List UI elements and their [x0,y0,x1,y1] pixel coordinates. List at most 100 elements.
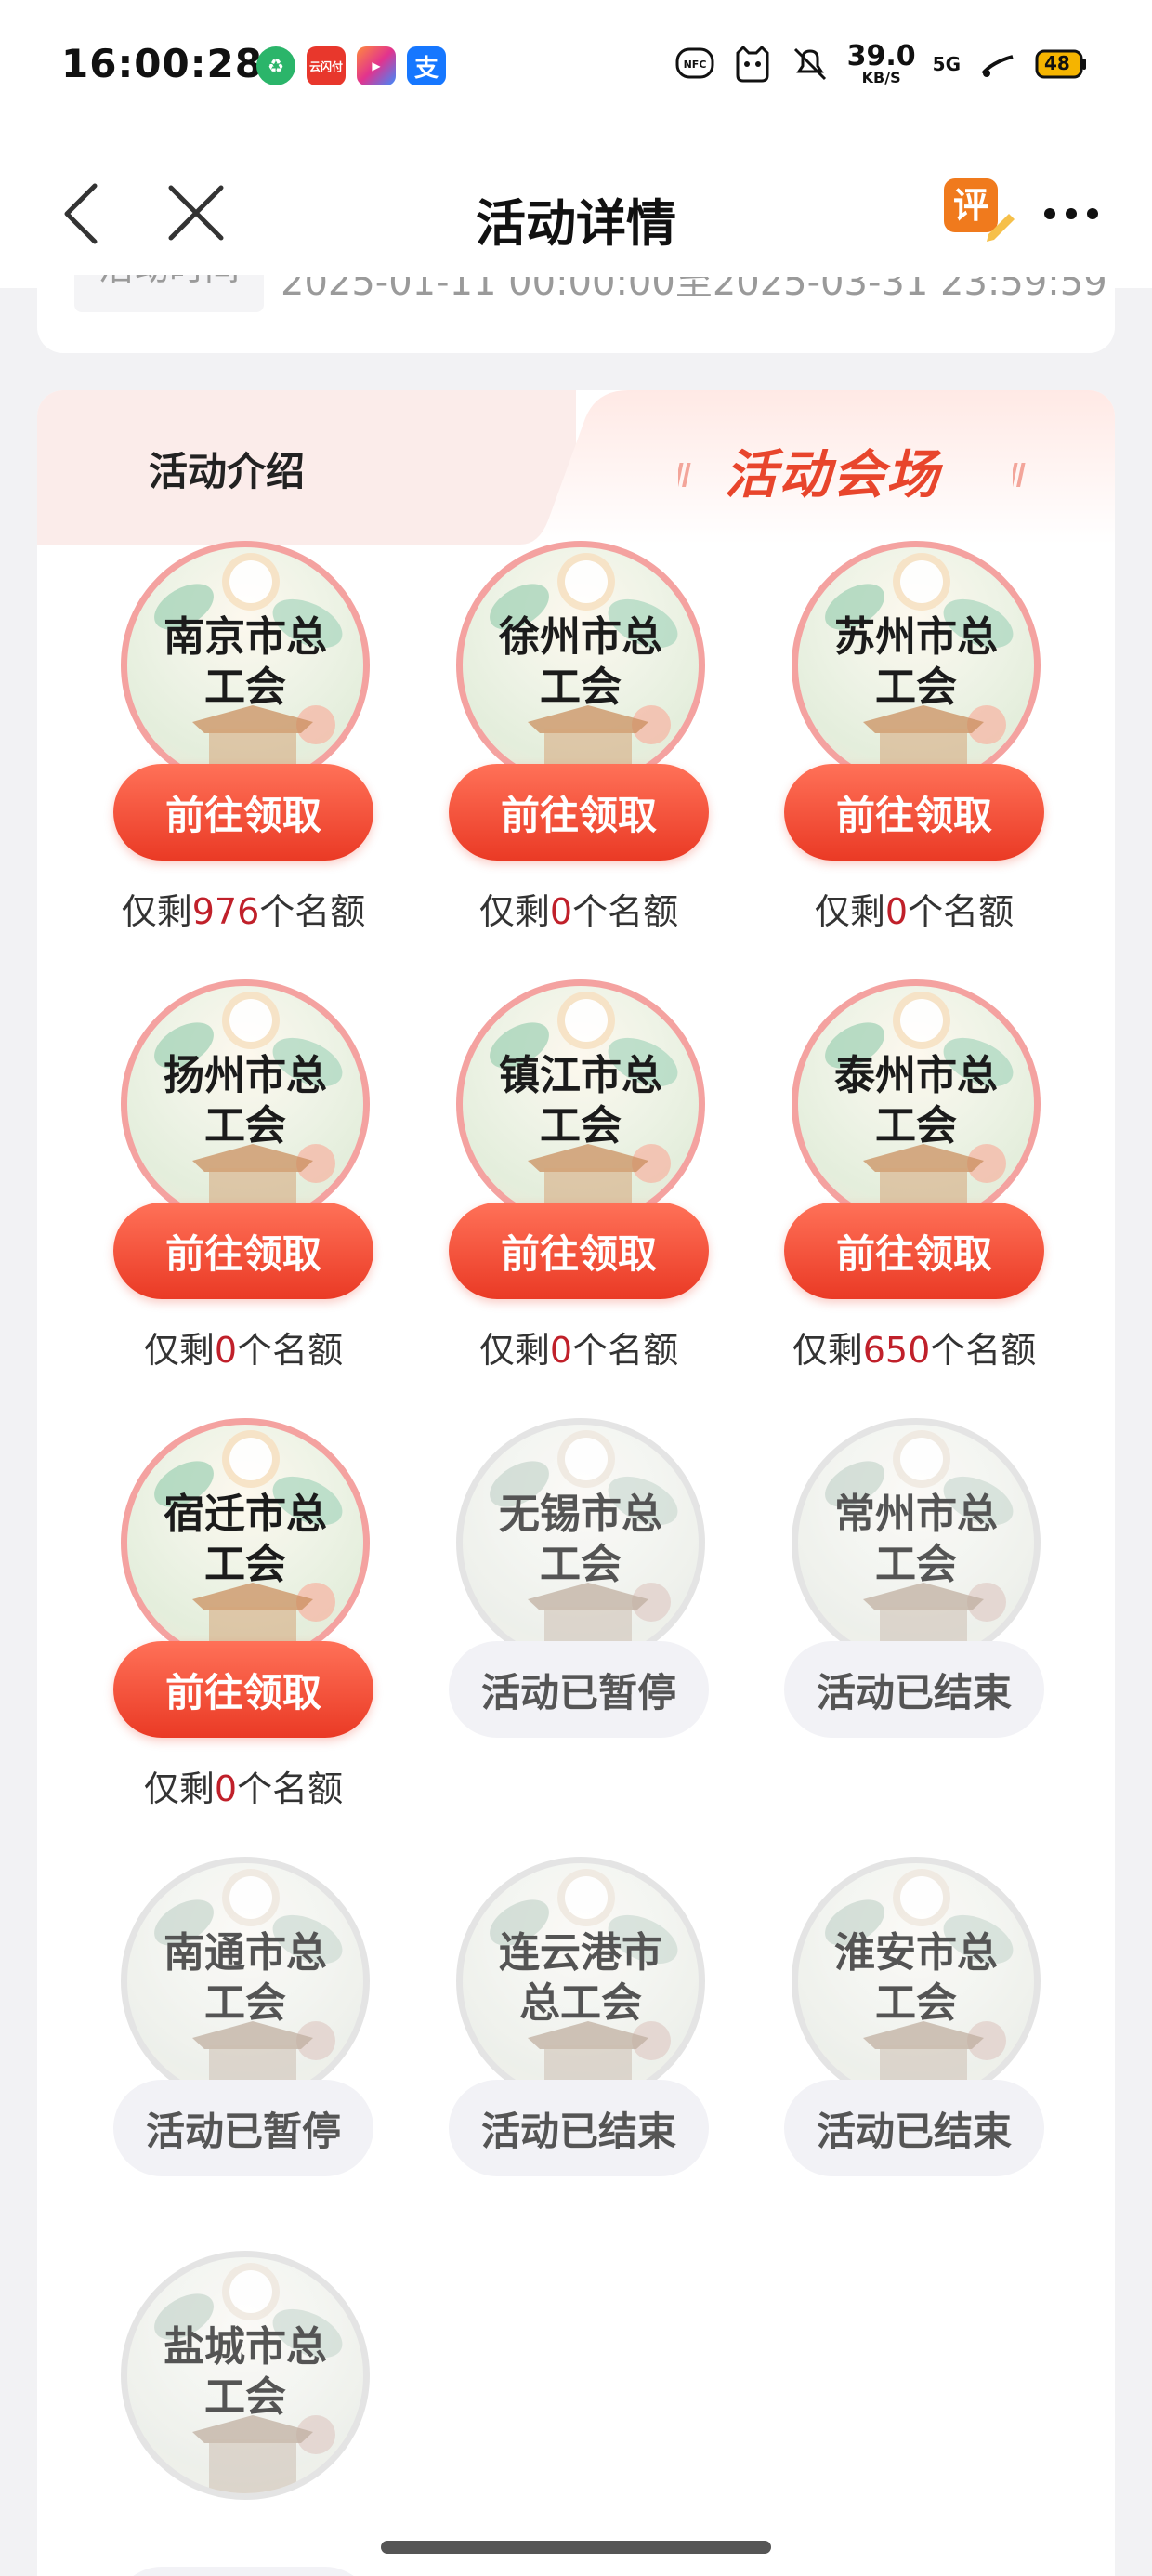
claim-button[interactable]: 前往领取 [113,1203,373,1299]
venue-item: 泰州市总 工会 前往领取 仅剩650个名额 [747,979,1044,1388]
badge-decoration [229,2270,272,2313]
venue-name-line2: 工会 [204,1102,286,1150]
venue-badge[interactable]: 南通市总 工会 [121,1857,370,2106]
status-button[interactable] [113,2567,373,2576]
quota-prefix: 仅剩 [143,1330,215,1371]
venue-badge[interactable]: 连云港市 总工会 [456,1857,705,2106]
quota-prefix: 仅剩 [814,891,885,932]
mute-bell-icon [790,44,831,85]
review-icon-text: 评 [953,185,988,226]
tab-venue[interactable]: 活动会场 [725,433,940,508]
venue-name-line1: 无锡市总 [499,1491,662,1538]
venue-badge[interactable]: 无锡市总 工会 [456,1418,705,1667]
venue-item: 淮安市总 工会活动已结束 [747,1857,1044,2266]
venue-badge[interactable]: 苏州市总 工会 [792,541,1041,790]
venue-badge[interactable]: 淮安市总 工会 [792,1857,1041,2106]
speed-unit: KB/S [861,69,901,86]
claim-button[interactable]: 前往领取 [113,764,373,861]
notification-app-icons: ♻ 云闪付 ▶ 支 [256,46,446,85]
venue-name: 镇江市总 工会 [463,1051,699,1151]
quota-number: 0 [884,891,909,932]
venue-badge[interactable]: 泰州市总 工会 [792,979,1041,1229]
quota-suffix: 个名额 [930,1330,1037,1371]
claim-button[interactable]: 前往领取 [784,764,1044,861]
venue-name-line2: 工会 [540,664,622,711]
venue-item: 连云港市 总工会活动已结束 [412,1857,709,2266]
quota-suffix: 个名额 [908,891,1015,932]
venue-name-line2: 工会 [540,1102,622,1150]
venue-name-line2: 工会 [875,1102,957,1150]
badge-decoration [900,1876,943,1919]
quota-number: 0 [214,1330,238,1371]
badge-decoration [565,999,608,1042]
venue-badge[interactable]: 镇江市总 工会 [456,979,705,1229]
venue-badge[interactable]: 盐城市总 工会 [121,2251,370,2500]
quota-number: 0 [549,1330,573,1371]
venue-badge[interactable]: 扬州市总 工会 [121,979,370,1229]
venue-item: 扬州市总 工会 前往领取仅剩0个名额 [76,979,373,1388]
claim-button[interactable]: 前往领取 [784,1203,1044,1299]
claim-button[interactable]: 前往领取 [449,764,709,861]
venue-name-line1: 苏州市总 [834,613,998,661]
activity-time-label: 活动时间 [74,275,265,312]
venue-name-line1: 宿迁市总 [164,1491,327,1538]
quota-number: 0 [214,1768,238,1809]
venue-item: 苏州市总 工会 前往领取仅剩0个名额 [747,541,1044,950]
quota-text: 仅剩976个名额 [76,883,411,934]
badge-decoration [209,2439,296,2493]
venue-item: 镇江市总 工会 前往领取 仅剩0个名额 [412,979,709,1388]
venue-name-line2: 工会 [875,1541,957,1588]
unionpay-app-icon: 云闪付 [307,46,346,85]
venue-name-line1: 徐州市总 [499,613,662,661]
badge-decoration [900,560,943,603]
signal-icon [977,44,1018,85]
venue-name: 宿迁市总 工会 [127,1490,363,1590]
status-button[interactable]: 活动已结束 [449,2080,709,2176]
status-button[interactable]: 活动已结束 [784,2080,1044,2176]
review-icon[interactable]: 评 [940,173,1015,247]
venue-name: 无锡市总 工会 [463,1490,699,1590]
tab-intro-bg [37,390,576,545]
badge-decoration [229,999,272,1042]
venue-name-line2: 工会 [204,2373,286,2421]
more-icon[interactable] [1039,186,1104,242]
green-app-icon: ♻ [256,46,295,85]
badge-decoration [229,1438,272,1480]
network-type: 5G [932,53,961,75]
system-icons: NFC 39.0 KB/S 5G 48 [674,43,1087,85]
venue-name-line2: 工会 [875,1979,957,2027]
status-button[interactable]: 活动已结束 [784,1641,1044,1738]
venue-name: 连云港市 总工会 [463,1928,699,2029]
quota-text: 仅剩0个名额 [412,883,746,934]
status-button[interactable]: 活动已暂停 [113,2080,373,2176]
venue-badge[interactable]: 徐州市总 工会 [456,541,705,790]
venue-name-line1: 镇江市总 [499,1052,662,1099]
alipay-app-icon: 支 [407,46,446,85]
quota-text: 仅剩0个名额 [76,1760,411,1811]
home-indicator[interactable] [381,2541,771,2554]
status-button[interactable]: 活动已暂停 [449,1641,709,1738]
quota-suffix: 个名额 [572,891,679,932]
tab-bar: 活动介绍 活动会场 [37,390,1115,545]
quota-prefix: 仅剩 [478,1330,550,1371]
claim-button[interactable]: 前往领取 [449,1203,709,1299]
quota-text: 仅剩0个名额 [76,1321,411,1373]
badge-decoration [565,560,608,603]
venue-name-line2: 工会 [540,1541,622,1588]
quota-number: 976 [191,891,260,932]
venue-name-line1: 淮安市总 [834,1929,998,1977]
badge-decoration [565,1438,608,1480]
tab-intro[interactable]: 活动介绍 [149,440,305,497]
venue-badge[interactable]: 常州市总 工会 [792,1418,1041,1667]
venue-name-line2: 工会 [204,1979,286,2027]
quota-suffix: 个名额 [237,1330,344,1371]
venue-badge[interactable]: 南京市总 工会 [121,541,370,790]
badge-decoration [900,999,943,1042]
venue-name: 淮安市总 工会 [798,1928,1034,2029]
venue-name: 盐城市总 工会 [127,2322,363,2423]
venue-badge[interactable]: 宿迁市总 工会 [121,1418,370,1667]
venue-item: 宿迁市总 工会 前往领取 仅剩0个名额 [76,1418,373,1827]
venue-name: 南京市总 工会 [127,612,363,713]
venue-item: 盐城市总 工会 [76,2251,373,2576]
claim-button[interactable]: 前往领取 [113,1641,373,1738]
